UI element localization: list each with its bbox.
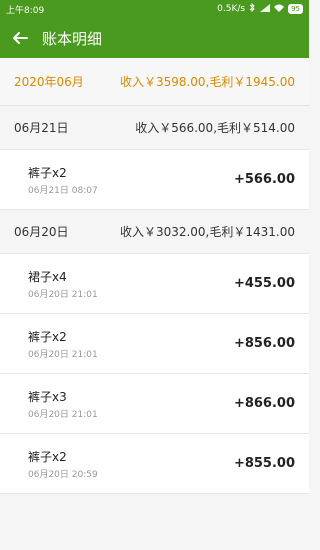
day-header: 06月21日 收入￥566.00,毛利￥514.00 — [0, 106, 309, 150]
entry-name: 裙子x4 — [28, 269, 67, 284]
list-item[interactable]: 裤子x3 06月20日 21:01 +866.00 — [0, 374, 309, 434]
entry-amount: +856.00 — [233, 336, 295, 351]
entry-amount: +566.00 — [233, 172, 295, 187]
day-summary: 收入￥3032.00,毛利￥1431.00 — [119, 225, 295, 239]
entry-name: 裤子x2 — [28, 449, 67, 464]
day-date: 06月21日 — [14, 121, 69, 135]
page-title: 账本明细 — [42, 29, 103, 48]
toolbar: 账本明细 — [0, 18, 309, 58]
status-bar: 上午8:09 0.5K/s 95 — [0, 0, 309, 18]
status-indicators: 0.5K/s 95 — [217, 2, 303, 15]
entry-time: 06月20日 21:01 — [28, 289, 98, 300]
entry-amount: +455.00 — [233, 276, 295, 291]
wifi-icon — [274, 4, 285, 15]
battery-icon: 95 — [288, 4, 303, 14]
entry-time: 06月21日 08:07 — [28, 185, 98, 196]
entry-time: 06月20日 21:01 — [28, 409, 98, 420]
month-summary-header: 2020年06月 收入￥3598.00,毛利￥1945.00 — [0, 58, 309, 106]
status-time: 上午8:09 — [6, 5, 45, 16]
bluetooth-icon — [249, 2, 256, 15]
entry-name: 裤子x3 — [28, 389, 67, 404]
day-summary: 收入￥566.00,毛利￥514.00 — [135, 121, 295, 135]
day-header: 06月20日 收入￥3032.00,毛利￥1431.00 — [0, 210, 309, 254]
arrow-left-icon — [13, 32, 28, 44]
entry-time: 06月20日 20:59 — [28, 469, 98, 480]
entry-amount: +866.00 — [233, 396, 295, 411]
entry-name: 裤子x2 — [28, 329, 67, 344]
entry-time: 06月20日 21:01 — [28, 349, 98, 360]
entry-name: 裤子x2 — [28, 165, 67, 180]
list-item[interactable]: 裤子x2 06月20日 21:01 +856.00 — [0, 314, 309, 374]
day-date: 06月20日 — [14, 225, 69, 239]
entry-amount: +855.00 — [233, 456, 295, 471]
network-speed: 0.5K/s — [217, 4, 246, 14]
back-button[interactable] — [0, 18, 40, 58]
list-item[interactable]: 裤子x2 06月20日 20:59 +855.00 — [0, 434, 309, 494]
list-item[interactable]: 裙子x4 06月20日 21:01 +455.00 — [0, 254, 309, 314]
signal-icon — [260, 3, 271, 15]
month-summary: 收入￥3598.00,毛利￥1945.00 — [119, 75, 295, 89]
list-item[interactable]: 裤子x2 06月21日 08:07 +566.00 — [0, 150, 309, 210]
month-label: 2020年06月 — [14, 75, 84, 89]
